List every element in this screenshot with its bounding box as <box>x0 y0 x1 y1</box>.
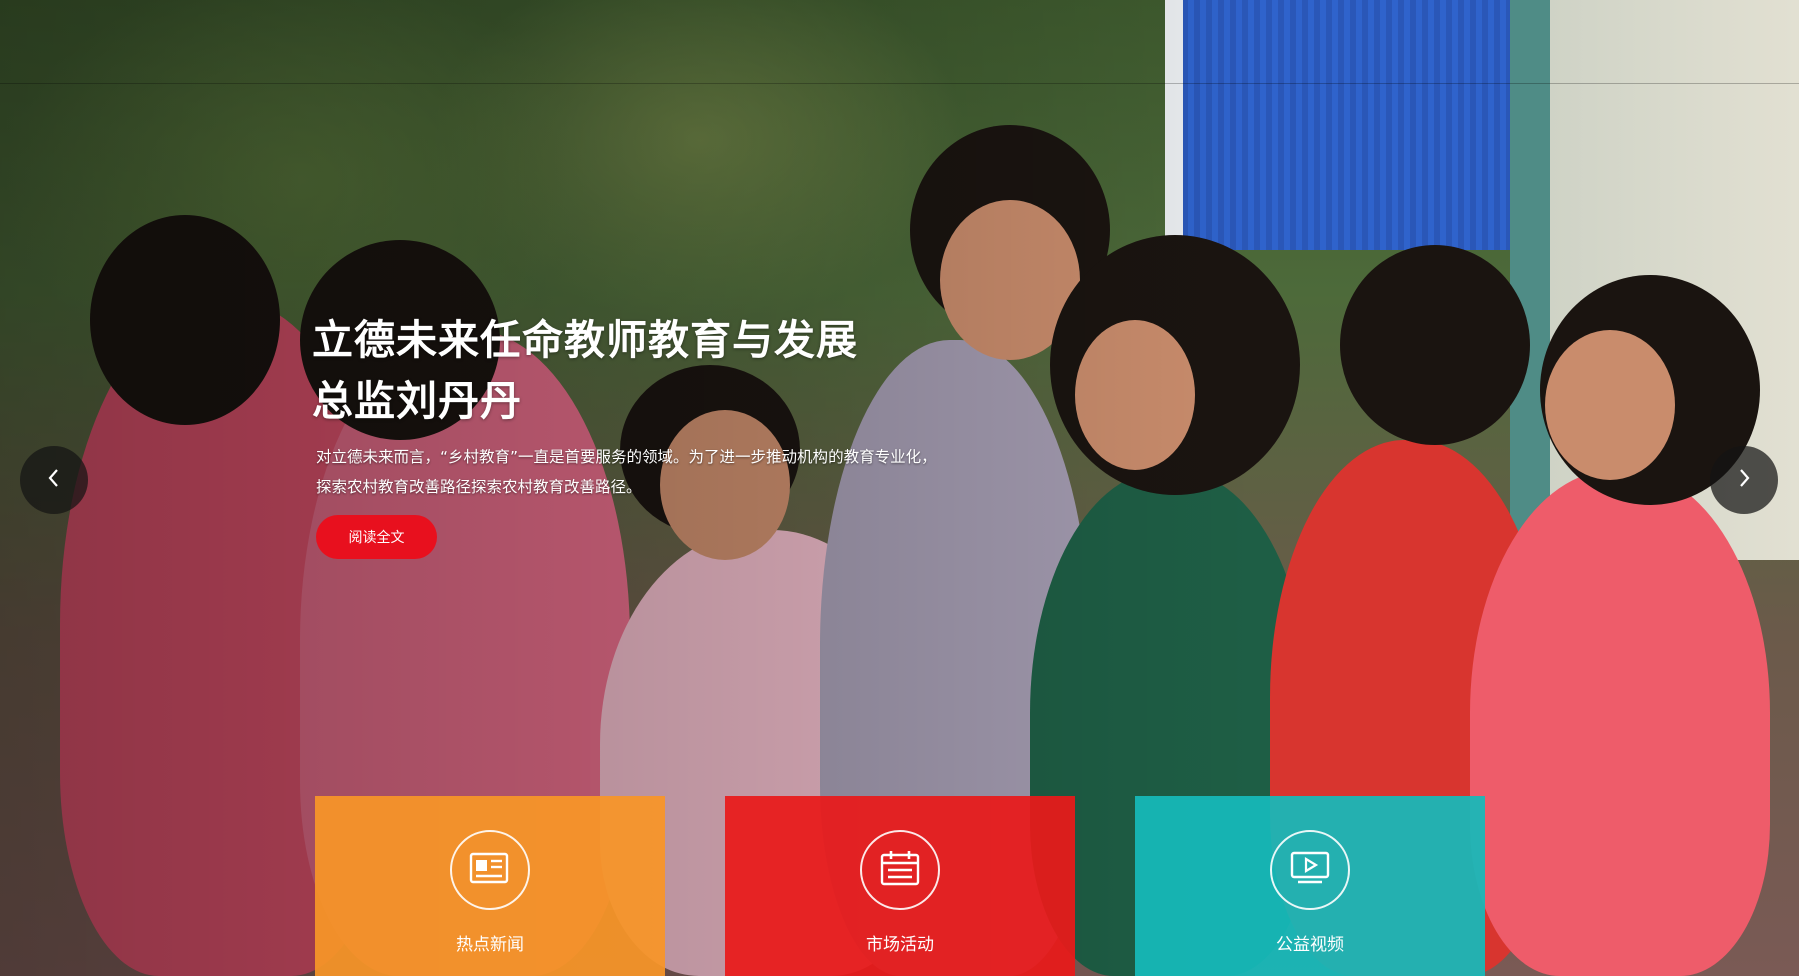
hero-description: 对立德未来而言，“乡村教育”一直是首要服务的领域。为了进一步推动机构的教育专业化… <box>316 448 937 496</box>
tile-icon-ring <box>860 830 940 910</box>
tile-icon-ring <box>1270 830 1350 910</box>
video-play-icon <box>1289 850 1331 890</box>
hero-title: 立德未来任命教师教育与发展 总监刘丹丹 <box>312 316 858 425</box>
calendar-icon <box>879 849 921 891</box>
newspaper-icon <box>469 851 511 889</box>
tile-label: 公益视频 <box>1276 935 1344 955</box>
chevron-left-icon <box>46 467 62 493</box>
tile-label: 市场活动 <box>866 935 934 955</box>
hero-banner: 立德未来任命教师教育与发展 总监刘丹丹 对立德未来而言，“乡村教育”一直是首要服… <box>0 0 1799 976</box>
read-more-button[interactable]: 阅读全文 <box>316 515 437 559</box>
carousel-prev-button[interactable] <box>20 446 88 514</box>
tile-market-activities[interactable]: 市场活动 <box>725 796 1075 976</box>
tile-icon-ring <box>450 830 530 910</box>
chevron-right-icon <box>1736 467 1752 493</box>
tile-label: 热点新闻 <box>456 935 524 955</box>
tile-charity-videos[interactable]: 公益视频 <box>1135 796 1485 976</box>
carousel-next-button[interactable] <box>1710 446 1778 514</box>
tile-hot-news[interactable]: 热点新闻 <box>315 796 665 976</box>
hero-caption: 立德未来任命教师教育与发展 总监刘丹丹 对立德未来而言，“乡村教育”一直是首要服… <box>312 310 1012 502</box>
